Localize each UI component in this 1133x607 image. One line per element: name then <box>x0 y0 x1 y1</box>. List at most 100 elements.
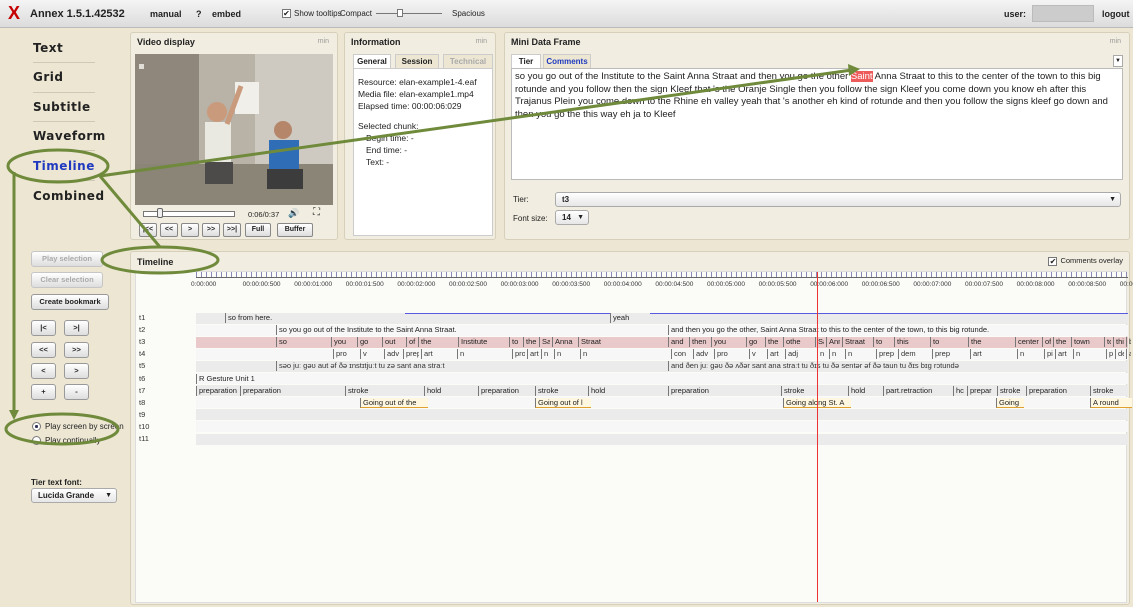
video-progress-handle[interactable] <box>157 208 163 218</box>
word-segment[interactable]: the <box>765 337 781 348</box>
volume-icon[interactable]: 🔊 <box>288 208 299 219</box>
pos-segment[interactable]: n <box>829 349 843 360</box>
gesture-label-segment[interactable]: Going out of the <box>360 397 428 408</box>
gesture-phase-segment[interactable]: part.retraction <box>883 385 951 396</box>
word-segment[interactable]: you <box>711 337 744 348</box>
word-segment[interactable]: then <box>689 337 709 348</box>
gesture-phase-segment[interactable]: hold <box>424 385 476 396</box>
word-segment[interactable]: town <box>1071 337 1102 348</box>
pos-segment[interactable]: art <box>1055 349 1071 360</box>
word-segment[interactable]: to <box>509 337 521 348</box>
pos-segment[interactable]: n <box>541 349 552 360</box>
scroll-forward-button[interactable]: >> <box>64 342 89 358</box>
pos-segment[interactable]: adv <box>384 349 401 360</box>
gesture-phase-segment[interactable]: stroke <box>535 385 586 396</box>
tier-text-area[interactable]: so you go out of the Institute to the Sa… <box>511 68 1123 180</box>
tier-row[interactable] <box>196 433 1128 445</box>
pos-segment[interactable]: prep <box>403 349 419 360</box>
video-forward-button[interactable]: >> <box>202 223 220 237</box>
word-segment[interactable]: Ann <box>826 337 840 348</box>
word-segment[interactable]: to <box>873 337 892 348</box>
word-segment[interactable]: go <box>746 337 763 348</box>
video-minimize-link[interactable]: min <box>318 38 329 45</box>
help-link[interactable]: ? <box>196 9 202 19</box>
phonetic-segment[interactable]: and ðen juː gəʊ ðə ʌðər sant ana straːt … <box>668 361 1126 372</box>
pos-segment[interactable]: n <box>817 349 827 360</box>
word-segment[interactable]: Sai <box>539 337 550 348</box>
nav-waveform[interactable]: Waveform <box>33 129 106 143</box>
nav-timeline[interactable]: Timeline <box>33 159 95 173</box>
step-back-button[interactable]: < <box>31 363 56 379</box>
pos-segment[interactable]: art <box>527 349 539 360</box>
density-slider-track[interactable] <box>376 13 442 14</box>
font-size-select[interactable]: 14 ▼ <box>555 210 589 225</box>
tier-font-select[interactable]: Lucida Grande ▼ <box>31 488 117 503</box>
tab-comments[interactable]: Comments <box>543 54 591 68</box>
word-segment[interactable]: the <box>523 337 537 348</box>
gesture-phase-segment[interactable]: prepar <box>967 385 995 396</box>
pos-segment[interactable]: prep <box>876 349 896 360</box>
go-end-button[interactable]: >| <box>64 320 89 336</box>
tier-row[interactable] <box>196 312 1128 324</box>
pos-segment[interactable]: adv <box>693 349 712 360</box>
tab-session[interactable]: Session <box>395 54 439 68</box>
scroll-back-button[interactable]: << <box>31 342 56 358</box>
embed-link[interactable]: embed <box>212 9 241 19</box>
video-rewind-button[interactable]: << <box>160 223 178 237</box>
tab-tier[interactable]: Tier <box>511 54 541 68</box>
word-segment[interactable]: this <box>894 337 928 348</box>
mini-data-frame-minimize-link[interactable]: min <box>1110 38 1121 45</box>
pos-segment[interactable]: v <box>360 349 382 360</box>
gesture-label-segment[interactable]: A round <box>1090 397 1132 408</box>
word-segment[interactable]: to <box>1104 337 1111 348</box>
zoom-out-button[interactable]: - <box>64 384 89 400</box>
go-start-button[interactable]: |< <box>31 320 56 336</box>
nav-subtitle[interactable]: Subtitle <box>33 100 91 114</box>
gesture-phase-segment[interactable]: preparation <box>668 385 779 396</box>
word-segment[interactable]: Anna <box>552 337 576 348</box>
play-selection-button[interactable]: Play selection <box>31 251 103 267</box>
word-segment[interactable]: you <box>331 337 355 348</box>
pos-segment[interactable]: de <box>1115 349 1124 360</box>
clear-selection-button[interactable]: Clear selection <box>31 272 103 288</box>
word-segment[interactable]: to <box>930 337 966 348</box>
video-frame[interactable] <box>135 54 333 205</box>
gesture-unit-segment[interactable]: R Gesture Unit 1 <box>196 373 1126 384</box>
tab-technical[interactable]: Technical <box>443 54 493 68</box>
pos-segment[interactable]: pro <box>714 349 747 360</box>
word-segment[interactable]: go <box>357 337 380 348</box>
annotation-segment[interactable]: and then you go the other, Saint Anna St… <box>668 325 1078 336</box>
video-buffer-button[interactable]: Buffer <box>277 223 313 237</box>
pos-segment[interactable]: n <box>1073 349 1104 360</box>
gesture-phase-segment[interactable]: preparation <box>196 385 238 396</box>
pos-segment[interactable]: prep <box>932 349 968 360</box>
mdf-menu-icon[interactable]: ▼ <box>1113 55 1123 67</box>
word-segment[interactable]: Institute <box>458 337 507 348</box>
word-segment[interactable]: Straat <box>578 337 666 348</box>
gesture-label-segment[interactable]: Going out of l <box>535 397 591 408</box>
word-segment[interactable]: Straat <box>842 337 871 348</box>
tier-row[interactable] <box>196 421 1128 433</box>
pos-segment[interactable]: pro <box>512 349 525 360</box>
play-continually-radio[interactable]: Play continually <box>32 436 101 446</box>
step-forward-button[interactable]: > <box>64 363 89 379</box>
tier-select[interactable]: t3 ▼ <box>555 192 1121 207</box>
pos-segment[interactable]: art <box>767 349 783 360</box>
gesture-phase-segment[interactable]: stroke <box>345 385 422 396</box>
gesture-phase-segment[interactable]: preparation <box>478 385 533 396</box>
manual-link[interactable]: manual <box>150 9 182 19</box>
pos-segment[interactable]: adj <box>1126 349 1131 360</box>
word-segment[interactable]: the <box>968 337 1013 348</box>
tab-general[interactable]: General <box>353 54 391 68</box>
gesture-phase-segment[interactable]: stroke <box>997 385 1024 396</box>
pos-segment[interactable]: adj <box>785 349 815 360</box>
word-segment[interactable]: center <box>1015 337 1040 348</box>
word-segment[interactable]: the <box>418 337 456 348</box>
word-segment[interactable]: the <box>1053 337 1069 348</box>
gesture-phase-segment[interactable]: stroke <box>781 385 846 396</box>
word-segment[interactable]: thi <box>1113 337 1124 348</box>
video-first-button[interactable]: |<< <box>139 223 157 237</box>
pos-segment[interactable]: n <box>580 349 669 360</box>
gesture-phase-segment[interactable]: stroke <box>1090 385 1131 396</box>
phonetic-segment[interactable]: səo juː gəʊ aut əf ðə ɪnstɪtjuːt tu zə s… <box>276 361 614 372</box>
